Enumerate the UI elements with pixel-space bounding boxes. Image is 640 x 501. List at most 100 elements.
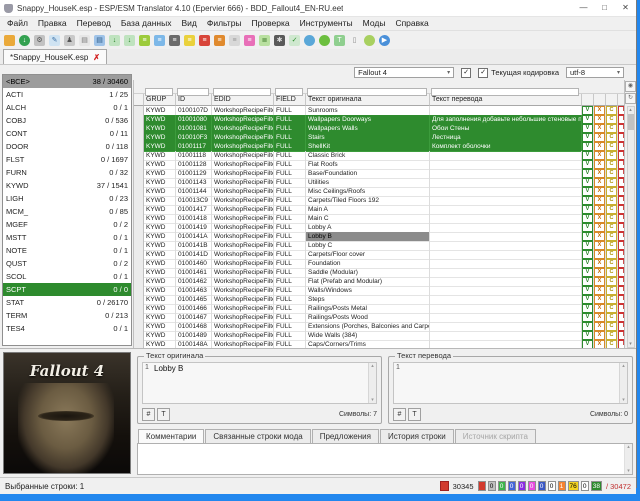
x-button[interactable]: X xyxy=(594,295,605,304)
x-button[interactable]: X xyxy=(594,232,605,241)
record-type-cobj[interactable]: COBJ0 / 536 xyxy=(3,114,131,127)
menu-item-7[interactable]: Инструменты xyxy=(295,17,358,30)
record-type-door[interactable]: DOOR0 / 118 xyxy=(3,140,131,153)
c-button[interactable]: C xyxy=(606,268,617,277)
record-type-kywd[interactable]: KYWD37 / 1541 xyxy=(3,179,131,192)
c-button[interactable]: C xyxy=(606,295,617,304)
record-type-mgef[interactable]: MGEF0 / 2 xyxy=(3,218,131,231)
script-file-icon[interactable]: ≣ xyxy=(258,34,271,47)
v-button[interactable]: V xyxy=(582,286,593,295)
v-button[interactable]: V xyxy=(582,142,593,151)
v-button[interactable]: V xyxy=(582,205,593,214)
settings-icon[interactable]: ⚙ xyxy=(33,34,46,47)
scroll-up-icon[interactable]: ▴ xyxy=(629,107,632,113)
menu-item-3[interactable]: База данных xyxy=(116,17,177,30)
database-pink-icon[interactable]: ≡ xyxy=(243,34,256,47)
column-header-5[interactable]: Текст перевода xyxy=(430,94,582,106)
table-row[interactable]: KYWD01001460WorkshopRecipeFilterBuil...F… xyxy=(134,259,624,268)
x-button[interactable]: X xyxy=(594,268,605,277)
c-button[interactable]: C xyxy=(606,322,617,331)
table-row[interactable]: KYWD0100148AWorkshopRecipeFilterBuil...F… xyxy=(134,340,624,348)
column-header-0[interactable]: GRUP xyxy=(144,94,176,106)
table-row[interactable]: KYWD01001144WorkshopRecipeFilterBuil...F… xyxy=(134,187,624,196)
table-row[interactable]: KYWD01001118WorkshopRecipeFilterBuil...F… xyxy=(134,151,624,160)
v-button[interactable]: V xyxy=(582,187,593,196)
table-row[interactable]: KYWD01001417WorkshopRecipeFilterBuil...F… xyxy=(134,205,624,214)
record-type-furn[interactable]: FURN0 / 32 xyxy=(3,166,131,179)
x-button[interactable]: X xyxy=(594,106,605,115)
refresh-icon[interactable]: ↻ xyxy=(625,93,636,104)
dictionary-book-icon[interactable]: ▯ xyxy=(348,34,361,47)
v-button[interactable]: V xyxy=(582,169,593,178)
x-button[interactable]: X xyxy=(594,133,605,142)
table-row[interactable]: KYWD01001489WorkshopRecipeFilterBuil...F… xyxy=(134,331,624,340)
v-button[interactable]: V xyxy=(582,214,593,223)
table-row[interactable]: KYWD01001143WorkshopRecipeFilterBuil...F… xyxy=(134,178,624,187)
v-button[interactable]: V xyxy=(582,250,593,259)
database-dark-icon[interactable]: ≡ xyxy=(168,34,181,47)
v-button[interactable]: V xyxy=(582,223,593,232)
x-button[interactable]: X xyxy=(594,331,605,340)
x-button[interactable]: X xyxy=(594,142,605,151)
translation-scrollbar[interactable]: ▴▾ xyxy=(619,363,627,403)
record-type-ligh[interactable]: LIGH0 / 23 xyxy=(3,192,131,205)
c-button[interactable]: C xyxy=(606,250,617,259)
c-button[interactable]: C xyxy=(606,151,617,160)
record-type-mstt[interactable]: MSTT0 / 1 xyxy=(3,231,131,244)
database-green-icon[interactable]: ≡ xyxy=(138,34,151,47)
x-button[interactable]: X xyxy=(594,241,605,250)
table-row[interactable]: KYWD01001418WorkshopRecipeFilterBuil...F… xyxy=(134,214,624,223)
x-button[interactable]: X xyxy=(594,160,605,169)
c-button[interactable]: C xyxy=(606,286,617,295)
record-type-alch[interactable]: ALCH0 / 1 xyxy=(3,101,131,114)
v-button[interactable]: V xyxy=(582,340,593,348)
original-text-area[interactable]: 1 Lobby B ▴▾ xyxy=(142,362,377,404)
table-row[interactable]: KYWD0100141BWorkshopRecipeFilterBuil...F… xyxy=(134,241,624,250)
blue-dot-icon[interactable] xyxy=(303,34,316,47)
c-button[interactable]: C xyxy=(606,133,617,142)
bug-check-icon[interactable]: ✱ xyxy=(273,34,286,47)
table-row[interactable]: KYWD01001466WorkshopRecipeFilterBuil...F… xyxy=(134,304,624,313)
menu-item-2[interactable]: Перевод xyxy=(72,17,116,30)
record-type-scpt[interactable]: SCPT0 / 0 xyxy=(3,283,131,296)
v-button[interactable]: V xyxy=(582,277,593,286)
c-button[interactable]: C xyxy=(606,115,617,124)
c-button[interactable]: C xyxy=(606,196,617,205)
c-button[interactable]: C xyxy=(606,124,617,133)
database-blue-icon[interactable]: ≡ xyxy=(153,34,166,47)
c-button[interactable]: C xyxy=(606,214,617,223)
maximize-button[interactable]: □ xyxy=(594,1,615,16)
hash-button[interactable]: # xyxy=(142,408,155,421)
c-button[interactable]: C xyxy=(606,259,617,268)
c-button[interactable]: C xyxy=(606,223,617,232)
x-button[interactable]: X xyxy=(594,259,605,268)
text-format-button[interactable]: T xyxy=(157,408,170,421)
x-button[interactable]: X xyxy=(594,286,605,295)
c-button[interactable]: C xyxy=(606,232,617,241)
green-dot-icon[interactable] xyxy=(318,34,331,47)
table-row[interactable]: KYWD01001461WorkshopRecipeFilterBuil...F… xyxy=(134,268,624,277)
current-encoding-checkbox[interactable]: ✓ xyxy=(478,68,488,78)
menu-item-5[interactable]: Фильтры xyxy=(202,17,247,30)
x-button[interactable]: X xyxy=(594,250,605,259)
table-row[interactable]: KYWD0100107DWorkshopRecipeFilterBuil...F… xyxy=(134,106,624,115)
column-header-2[interactable]: EDID xyxy=(212,94,274,106)
database-yellow-icon[interactable]: ≡ xyxy=(183,34,196,47)
record-type-term[interactable]: TERM0 / 213 xyxy=(3,309,131,322)
record-type-stat[interactable]: STAT0 / 26170 xyxy=(3,296,131,309)
x-button[interactable]: X xyxy=(594,223,605,232)
c-button[interactable]: C xyxy=(606,160,617,169)
table-row[interactable]: KYWD01001462WorkshopRecipeFilterBuil...F… xyxy=(134,277,624,286)
bottom-tab-1[interactable]: Связанные строки мода xyxy=(205,429,310,443)
table-row[interactable]: KYWD01001081WorkshopRecipeFilterBuil...F… xyxy=(134,124,624,133)
encoding-select[interactable]: utf-8 ▾ xyxy=(566,67,624,78)
play-icon[interactable]: ▶ xyxy=(378,34,391,47)
cell-original-text[interactable]: Caps/Corners/Trims xyxy=(306,340,430,348)
database-orange-icon[interactable]: ≡ xyxy=(213,34,226,47)
v-button[interactable]: V xyxy=(582,178,593,187)
database-gray-icon[interactable]: ≡ xyxy=(228,34,241,47)
v-button[interactable]: V xyxy=(582,106,593,115)
v-button[interactable]: V xyxy=(582,304,593,313)
x-button[interactable]: X xyxy=(594,187,605,196)
c-button[interactable]: C xyxy=(606,106,617,115)
